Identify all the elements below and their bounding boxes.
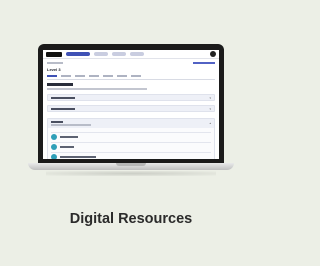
module-heading: [47, 83, 73, 86]
nav-item[interactable]: [112, 52, 126, 56]
accordion-label: [51, 121, 63, 123]
chevron-up-icon: ▴: [209, 121, 211, 125]
laptop-lid: Level 3 ▾ ▾ ▴: [38, 44, 224, 163]
resource-list-item[interactable]: [51, 152, 211, 159]
laptop-mockup: Level 3 ▾ ▾ ▴: [28, 44, 234, 176]
laptop-shadow: [46, 171, 216, 176]
tab[interactable]: [117, 75, 127, 77]
resource-list-item[interactable]: [51, 132, 211, 141]
tab[interactable]: [103, 75, 113, 77]
chevron-down-icon: ▾: [209, 96, 211, 100]
resource-list-item[interactable]: [51, 142, 211, 151]
tab-active[interactable]: [47, 75, 57, 77]
accordion-label: [51, 108, 75, 110]
tab[interactable]: [75, 75, 85, 77]
module-description: [47, 88, 147, 90]
breadcrumb: [47, 62, 215, 64]
app-topbar: [43, 50, 219, 59]
tab[interactable]: [89, 75, 99, 77]
resource-label: [60, 156, 96, 158]
accordion-unit-expanded: ▴: [47, 118, 215, 159]
tab[interactable]: [61, 75, 71, 77]
resource-icon: [51, 144, 57, 150]
chevron-down-icon: ▾: [209, 107, 211, 111]
nav-item[interactable]: [94, 52, 108, 56]
resource-icon: [51, 154, 57, 159]
accordion-module-resources[interactable]: ▾: [47, 94, 215, 101]
resource-label: [60, 136, 78, 138]
accordion-unit-header[interactable]: ▴: [48, 119, 214, 128]
laptop-screen: Level 3 ▾ ▾ ▴: [43, 50, 219, 159]
nav-item-active[interactable]: [66, 52, 90, 56]
accordion-module-assessments[interactable]: ▾: [47, 105, 215, 112]
nav-item[interactable]: [130, 52, 144, 56]
tab[interactable]: [131, 75, 141, 77]
tab-strip: [47, 75, 215, 80]
laptop-notch: [116, 163, 146, 166]
accordion-label: [51, 97, 75, 99]
breadcrumb-link[interactable]: [47, 62, 63, 64]
resource-icon: [51, 134, 57, 140]
page-title: Level 3: [47, 67, 61, 72]
header-action-link[interactable]: [193, 62, 215, 64]
laptop-base: [28, 163, 234, 170]
accordion-sublabel: [51, 124, 91, 126]
app-logo: [46, 51, 62, 57]
resource-label: [60, 146, 74, 148]
card-caption: Digital Resources: [69, 211, 193, 227]
avatar[interactable]: [210, 51, 216, 57]
